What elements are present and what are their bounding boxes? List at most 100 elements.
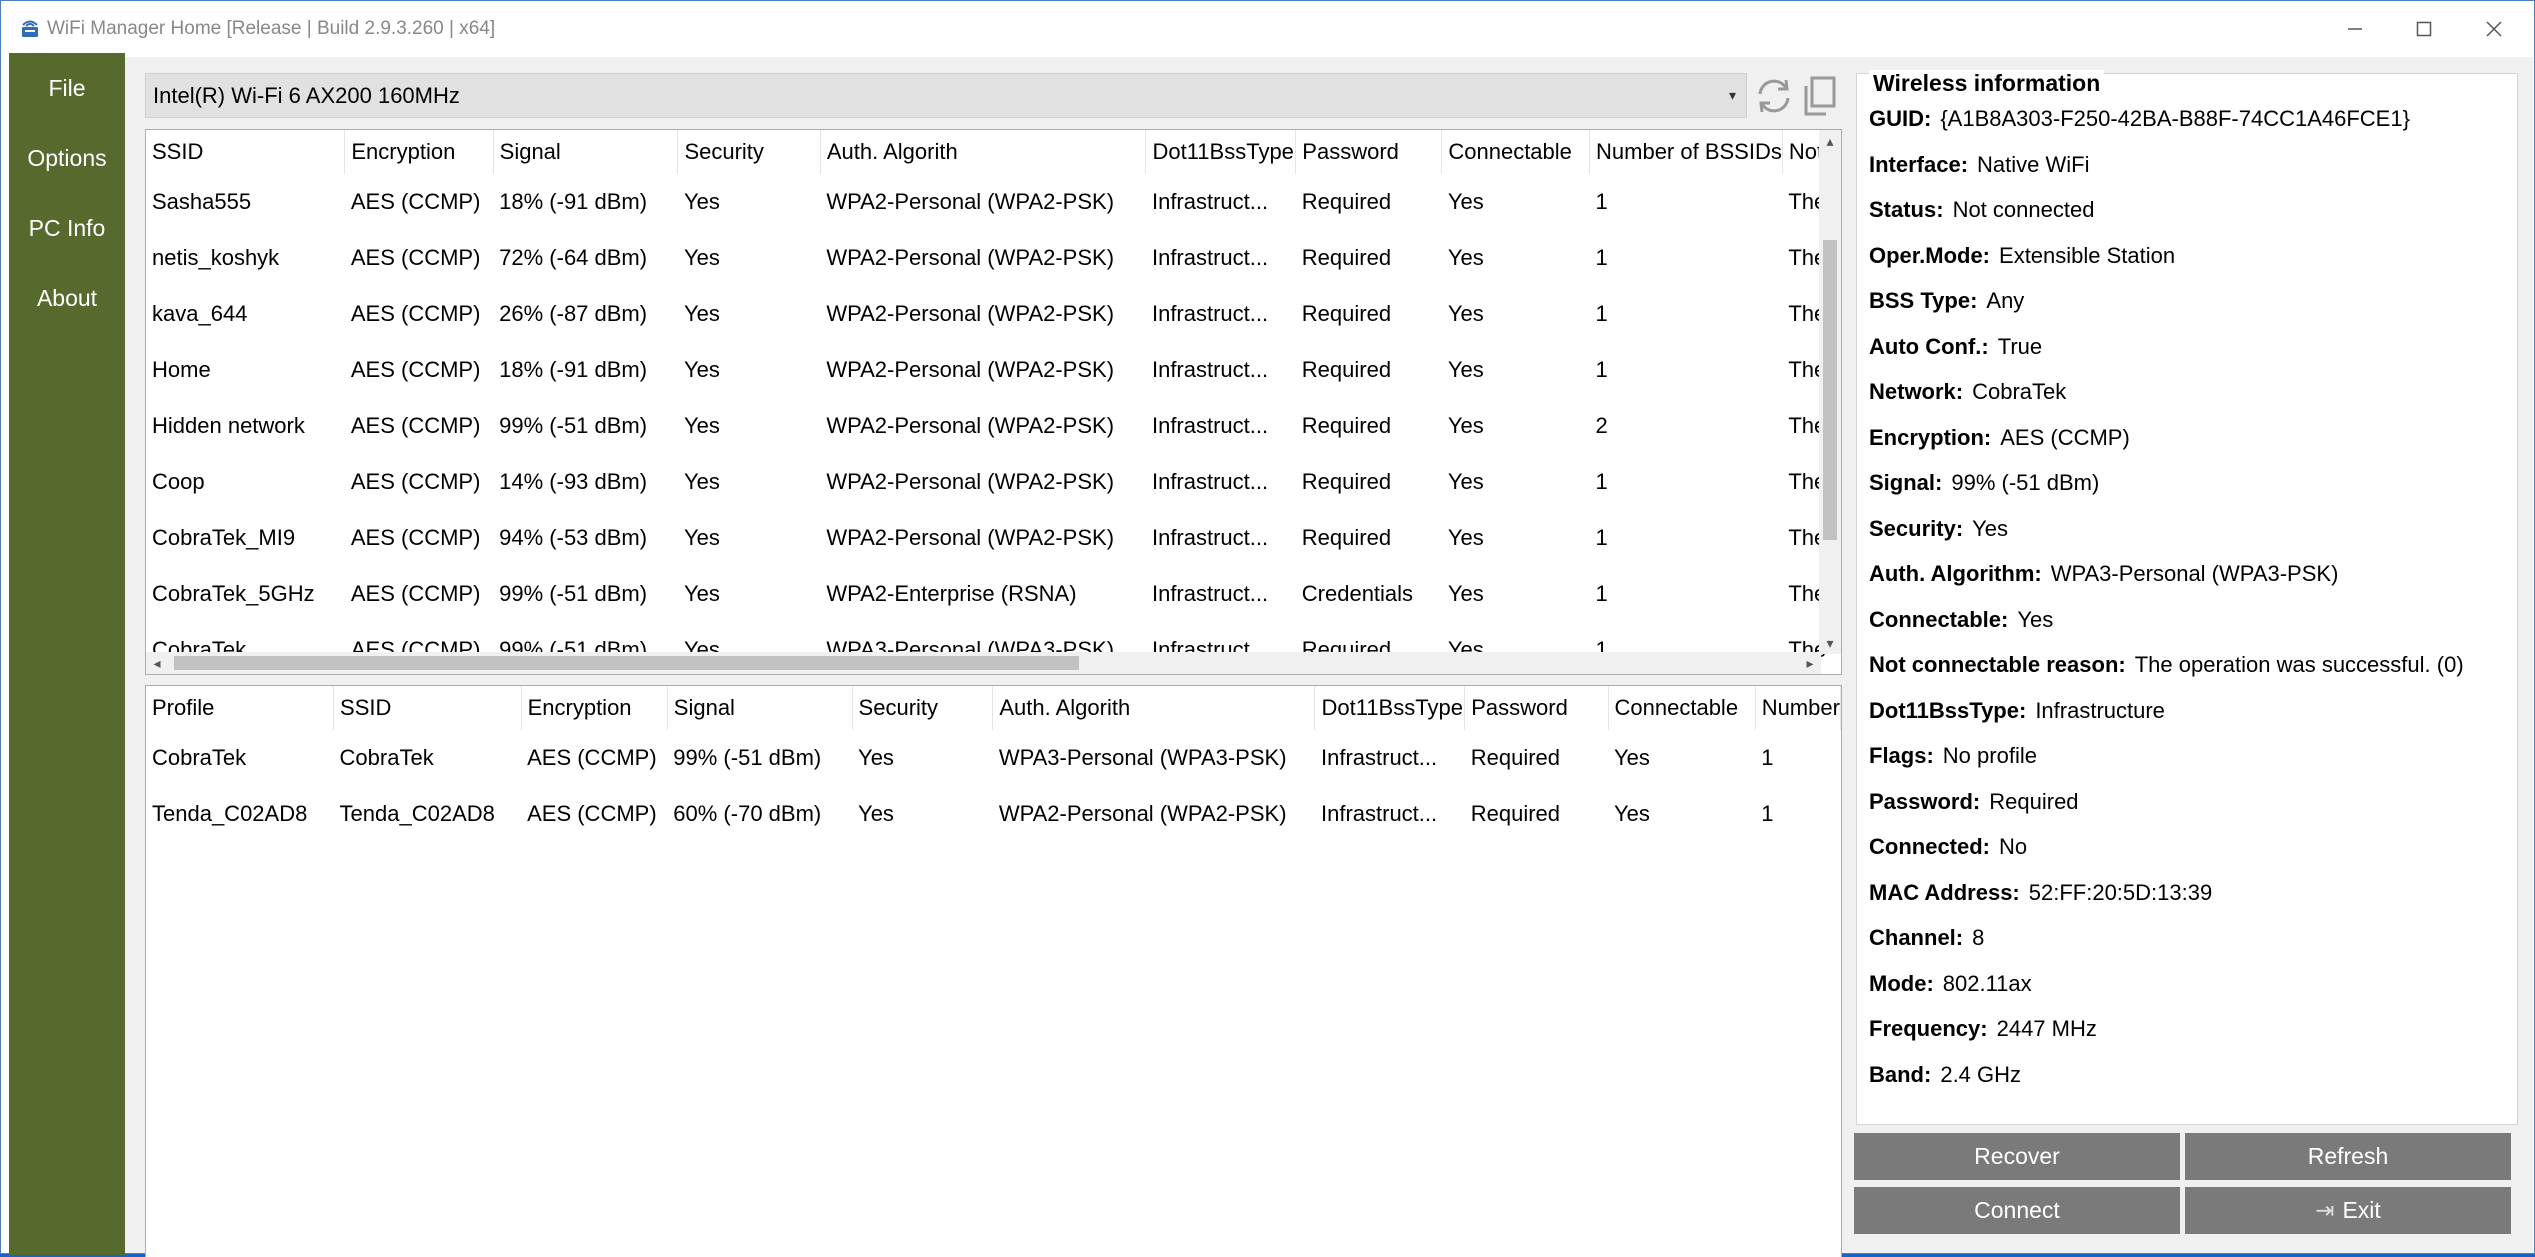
- sidebar-item-file[interactable]: File: [9, 53, 125, 123]
- minimize-button[interactable]: [2321, 7, 2389, 51]
- table-cell: Sasha555: [152, 189, 252, 214]
- table-cell: AES (CCMP): [350, 245, 481, 270]
- networks-column-header[interactable]: Password: [1295, 130, 1443, 174]
- info-value: 2.4 GHz: [1940, 1061, 2022, 1087]
- table-row[interactable]: Sasha555 AES (CCMP) 18% (-91 dBm) Yes WPA2-P…: [146, 174, 1841, 230]
- scrollbar-thumb[interactable]: [174, 656, 1079, 670]
- table-cell: Required: [1470, 801, 1561, 826]
- info-row: Not connectable reason: The operation was…: [1869, 642, 2464, 688]
- maximize-icon: [2416, 21, 2432, 37]
- scroll-right-icon[interactable]: ▸: [1799, 652, 1821, 674]
- title-bar: WiFi Manager Home [Release | Build 2.9.3…: [1, 1, 2534, 57]
- copy-icon[interactable]: [1798, 74, 1842, 118]
- table-cell: CobraTek_5GHz: [152, 581, 315, 606]
- profiles-column-header[interactable]: Signal: [667, 686, 853, 730]
- adapter-dropdown[interactable]: Intel(R) Wi-Fi 6 AX200 160MHz ▾: [145, 73, 1747, 118]
- info-value: CobraTek: [1972, 379, 2067, 404]
- table-row[interactable]: CobraTek_MI9 AES (CCMP) 94% (-53 dBm) Yes WP…: [146, 510, 1841, 566]
- table-cell: 60% (-70 dBm): [673, 801, 822, 826]
- table-cell: 26% (-87 dBm): [499, 301, 648, 326]
- exit-button-label: Exit: [2342, 1197, 2381, 1223]
- table-cell: Yes: [683, 581, 720, 606]
- refresh-icon[interactable]: [1752, 74, 1796, 118]
- networks-column-header[interactable]: Encryption: [344, 130, 494, 174]
- table-cell: Required: [1301, 245, 1392, 270]
- info-row: MAC Address: 52:FF:20:5D:13:39: [1869, 870, 2464, 916]
- networks-column-header[interactable]: ⌃ SSID: [146, 130, 346, 174]
- profiles-column-header[interactable]: Number: [1755, 686, 1841, 730]
- table-row[interactable]: Home AES (CCMP) 18% (-91 dBm) Yes WPA2-Perso…: [146, 342, 1841, 398]
- profiles-column-header[interactable]: Connectable: [1608, 686, 1756, 730]
- table-row[interactable]: Hidden network AES (CCMP) 99% (-51 dBm) Yes…: [146, 398, 1841, 454]
- exit-icon: ⇥: [2315, 1197, 2335, 1223]
- networks-column-header[interactable]: Security: [677, 130, 821, 174]
- scroll-left-icon[interactable]: ◂: [146, 652, 168, 674]
- connect-button[interactable]: Connect: [1854, 1187, 2180, 1234]
- table-row[interactable]: Tenda_C02AD8 Tenda_C02AD8 AES (CCMP) 60% (-…: [146, 786, 1841, 842]
- table-cell: Infrastruct...: [1151, 357, 1269, 382]
- table-cell: AES (CCMP): [350, 189, 481, 214]
- scrollbar-thumb[interactable]: [1823, 240, 1837, 540]
- profiles-column-header[interactable]: Auth. Algorith: [992, 686, 1316, 730]
- close-button[interactable]: [2460, 7, 2528, 51]
- table-cell: AES (CCMP): [527, 745, 657, 770]
- table-cell: Yes: [1447, 413, 1484, 438]
- info-key: Channel:: [1869, 925, 1964, 950]
- profiles-column-header[interactable]: Security: [852, 686, 994, 730]
- exit-button[interactable]: ⇥ Exit: [2185, 1187, 2511, 1234]
- info-key: Dot11BssType:: [1869, 697, 2027, 723]
- profiles-column-header[interactable]: Encryption: [521, 686, 668, 730]
- info-value: 2447 MHz: [1996, 1016, 2097, 1041]
- profiles-column-header[interactable]: ⌃ Profile: [146, 686, 335, 730]
- sidebar-item-pc-info[interactable]: PC Info: [9, 193, 125, 263]
- table-cell: 99% (-51 dBm): [499, 413, 648, 438]
- maximize-button[interactable]: [2390, 7, 2458, 51]
- info-value: Not connected: [1952, 197, 2095, 222]
- table-row[interactable]: CobraTek_5GHz AES (CCMP) 99% (-51 dBm) Yes W…: [146, 566, 1841, 622]
- refresh-button[interactable]: Refresh: [2185, 1133, 2511, 1180]
- table-cell: 1: [1595, 357, 1608, 382]
- table-row[interactable]: netis_koshyk AES (CCMP) 72% (-64 dBm) Yes WP…: [146, 230, 1841, 286]
- info-row: Encryption: AES (CCMP): [1869, 415, 2464, 461]
- info-key: Flags:: [1869, 743, 1934, 768]
- networks-vertical-scrollbar[interactable]: ▴ ▾: [1819, 130, 1841, 654]
- profiles-column-header[interactable]: Password: [1464, 686, 1609, 730]
- table-row[interactable]: CobraTek CobraTek AES (CCMP) 99% (-51 dBm) Y…: [146, 730, 1841, 786]
- info-value: No profile: [1942, 743, 2037, 768]
- table-row[interactable]: kava_644 AES (CCMP) 26% (-87 dBm) Yes WPA2-P…: [146, 286, 1841, 342]
- table-row[interactable]: Coop AES (CCMP) 14% (-93 dBm) Yes WPA2-Perso…: [146, 454, 1841, 510]
- networks-column-header[interactable]: Connectable: [1441, 130, 1591, 174]
- table-cell: Yes: [1447, 525, 1484, 550]
- table-cell: 99% (-51 dBm): [499, 581, 648, 606]
- scroll-up-icon[interactable]: ▴: [1819, 130, 1841, 152]
- table-cell: AES (CCMP): [350, 357, 481, 382]
- scroll-down-icon[interactable]: ▾: [1819, 632, 1841, 654]
- sidebar-item-options[interactable]: Options: [9, 123, 125, 193]
- info-value: Any: [1986, 288, 2025, 313]
- sidebar-item-about[interactable]: About: [9, 263, 125, 333]
- info-row: GUID: {A1B8A303-F250-42BA-B88F-74CC1A46FC…: [1869, 96, 2464, 142]
- profiles-column-label: Profile: [152, 695, 215, 720]
- networks-column-header[interactable]: Number of BSSIDs: [1589, 130, 1783, 174]
- networks-horizontal-scrollbar[interactable]: ◂ ▸: [146, 652, 1821, 674]
- networks-column-header[interactable]: Auth. Algorith: [820, 130, 1147, 174]
- profiles-column-header[interactable]: Dot11BssType: [1314, 686, 1466, 730]
- table-cell: Tenda_C02AD8: [152, 801, 308, 826]
- recover-button[interactable]: Recover: [1854, 1133, 2180, 1180]
- networks-grid[interactable]: ⌃ SSID Encryption Signal Security Auth. Algor…: [145, 129, 1842, 675]
- info-value: Required: [1989, 788, 2079, 814]
- profiles-grid[interactable]: ⌃ Profile SSID Encryption Signal Security Auth…: [145, 685, 1842, 1257]
- info-value: {A1B8A303-F250-42BA-B88F-74CC1A46FCE1}: [1940, 106, 2410, 131]
- table-cell: AES (CCMP): [350, 301, 481, 326]
- table-cell: Infrastruct...: [1151, 245, 1269, 270]
- table-cell: Yes: [1614, 745, 1650, 770]
- profiles-column-header[interactable]: SSID: [333, 686, 522, 730]
- networks-column-header[interactable]: Dot11BssType: [1145, 130, 1297, 174]
- networks-column-header[interactable]: Signal: [493, 130, 679, 174]
- info-value: Native WiFi: [1977, 151, 2090, 177]
- table-cell: Yes: [683, 357, 720, 382]
- info-row: Password: Required: [1869, 779, 2464, 825]
- table-cell: 2: [1595, 413, 1608, 438]
- table-cell: 1: [1595, 245, 1608, 270]
- info-row: Security: Yes: [1869, 506, 2464, 552]
